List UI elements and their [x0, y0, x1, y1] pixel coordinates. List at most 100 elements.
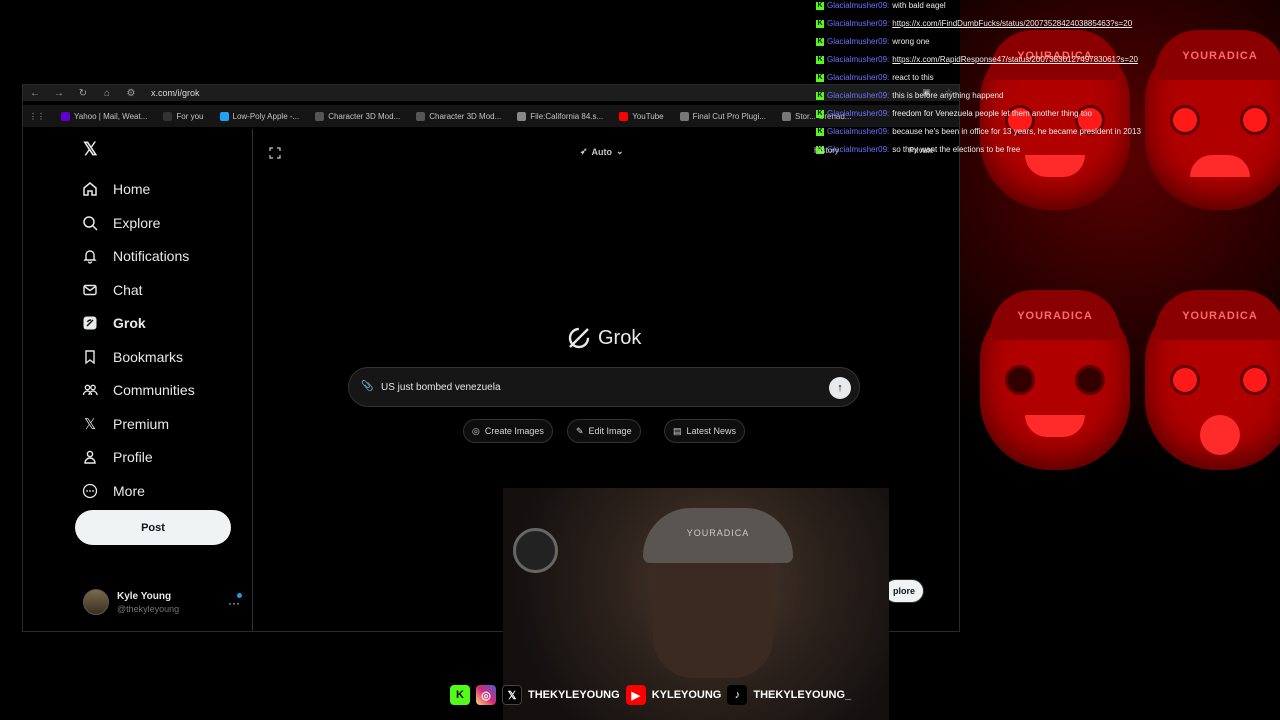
eye	[1170, 105, 1200, 135]
account-name: Kyle Young	[117, 590, 172, 602]
account-more-icon[interactable]: ···	[228, 596, 240, 610]
chat-text: wrong one	[892, 37, 930, 46]
post-button[interactable]: Post	[75, 510, 231, 545]
grok-logo: Grok	[566, 325, 641, 351]
person-icon	[81, 448, 99, 466]
bookmark-item[interactable]: File:California 84.s...	[517, 111, 604, 121]
private-button[interactable]: Private	[909, 146, 934, 155]
bookmark-item[interactable]: Final Cut Pro Plugi...	[679, 111, 766, 121]
sidebar-item-profile[interactable]: Profile	[81, 447, 153, 467]
eye	[1240, 365, 1270, 395]
sidebar-item-label: Communities	[113, 382, 195, 398]
prompt-input[interactable]	[381, 381, 781, 393]
site-settings-icon[interactable]: ⚙	[119, 88, 143, 99]
rocket-icon: ➶	[580, 146, 588, 156]
sidebar-item-communities[interactable]: Communities	[81, 380, 195, 400]
url-field[interactable]: x.com/i/grok	[151, 88, 200, 98]
chat-message: K Glacialmusher09: this is before anything…	[816, 91, 1003, 100]
forward-icon[interactable]: →	[47, 88, 71, 99]
history-button[interactable]: History	[814, 146, 839, 155]
communities-icon	[81, 381, 99, 399]
chat-text: react to this	[892, 73, 934, 82]
chip-label: Create Images	[484, 426, 544, 436]
sidebar-item-notifications[interactable]: Notifications	[81, 246, 189, 266]
notification-dot	[237, 593, 242, 598]
back-icon[interactable]: ←	[23, 88, 47, 99]
x-sidebar: 𝕏 Home Explore Notifications Chat Grok B…	[23, 129, 253, 631]
tiktok-handle: THEKYLEYOUNG_	[753, 689, 852, 701]
chip-label: Edit Image	[588, 426, 632, 436]
mouth	[1025, 415, 1085, 437]
bookmark-item[interactable]: Low-Poly Apple -...	[219, 111, 299, 121]
sidebar-item-more[interactable]: More	[81, 481, 145, 501]
sidebar-item-grok[interactable]: Grok	[81, 313, 146, 333]
kick-badge-icon: K	[816, 1, 824, 10]
more-icon	[81, 482, 99, 500]
reload-icon[interactable]: ↻	[71, 88, 95, 99]
account-switcher[interactable]: Kyle Young @thekyleyoung	[83, 589, 179, 615]
bookmark-item[interactable]: For you	[163, 111, 204, 121]
sidebar-item-label: Grok	[113, 315, 146, 331]
prompt-box[interactable]: 📎 ↑	[348, 367, 860, 407]
sidebar-item-label: Chat	[113, 282, 143, 298]
overlay-face: YOURADICA	[1145, 30, 1280, 210]
image-icon: ◎	[472, 425, 480, 436]
bookmark-favicon	[782, 111, 791, 121]
bookmark-item[interactable]: Yahoo | Mail, Weat...	[61, 111, 147, 121]
chat-message: K Glacialmusher09: with bald eagel	[816, 1, 946, 10]
kick-badge-icon: K	[816, 91, 824, 100]
chat-user: Glacialmusher09:	[827, 91, 890, 100]
x-logo-icon[interactable]: 𝕏	[83, 139, 98, 160]
edit-image-button[interactable]: ✎ Edit Image	[567, 419, 641, 443]
sidebar-item-chat[interactable]: Chat	[81, 280, 143, 300]
sidebar-item-label: Explore	[113, 215, 161, 231]
kick-badge-icon: K	[816, 127, 824, 136]
paperclip-icon[interactable]: 📎	[361, 381, 373, 393]
eye	[1005, 365, 1035, 395]
home-icon[interactable]: ⌂	[95, 88, 119, 99]
explore-button[interactable]: plore	[884, 579, 925, 603]
kick-badge-icon: K	[816, 55, 824, 64]
create-images-button[interactable]: ◎ Create Images	[463, 419, 553, 443]
chat-link[interactable]: https://x.com/iFindDumbFucks/status/2007…	[892, 19, 1132, 28]
news-icon: ▤	[673, 425, 682, 436]
bookmark-label: File:California 84.s...	[530, 111, 604, 121]
hat-logo: YOURADICA	[643, 508, 793, 563]
latest-news-button[interactable]: ▤ Latest News	[664, 419, 746, 443]
eye	[1240, 105, 1270, 135]
sidebar-item-bookmarks[interactable]: Bookmarks	[81, 347, 183, 367]
explore-label: plore	[893, 586, 916, 596]
model-label: Auto	[591, 146, 613, 157]
send-button[interactable]: ↑	[829, 377, 851, 399]
chat-message: K Glacialmusher09: freedom for Venezuela p…	[816, 109, 1092, 118]
apps-icon[interactable]: ⋮⋮	[29, 112, 45, 121]
chat-user: Glacialmusher09:	[827, 109, 890, 118]
tiktok-icon: ♪	[727, 685, 748, 705]
sidebar-item-label: Notifications	[113, 248, 190, 264]
instagram-icon: ◎	[476, 685, 496, 705]
avatar	[83, 589, 109, 615]
chat-text: with bald eagel	[892, 1, 946, 10]
search-icon	[81, 214, 99, 232]
mouth	[1190, 155, 1250, 177]
bookmark-item[interactable]: Character 3D Mod...	[315, 111, 401, 121]
chat-user: Glacialmusher09:	[827, 19, 890, 28]
cap-logo: YOURADICA	[990, 290, 1120, 340]
model-selector[interactable]: ➶ Auto ⌄	[580, 146, 624, 157]
x-handle: THEKYLEYOUNG	[528, 689, 620, 701]
sidebar-item-home[interactable]: Home	[81, 179, 150, 199]
grok-icon	[81, 314, 99, 332]
youtube-handle: KYLEYOUNG	[651, 689, 722, 701]
chat-link[interactable]: https://x.com/RapidResponse47/status/200…	[892, 55, 1138, 64]
bookmark-item[interactable]: Character 3D Mod...	[416, 111, 501, 121]
expand-icon[interactable]	[269, 147, 281, 159]
chat-user: Glacialmusher09:	[827, 73, 890, 82]
bookmark-label: Final Cut Pro Plugi...	[692, 111, 766, 121]
sidebar-item-premium[interactable]: 𝕏 Premium	[81, 414, 169, 434]
kick-badge-icon: K	[816, 37, 824, 46]
bookmark-item[interactable]: YouTube	[619, 111, 664, 121]
sidebar-item-label: Home	[113, 181, 151, 197]
grok-title: Grok	[598, 326, 642, 349]
bookmark-label: Character 3D Mod...	[328, 111, 401, 121]
sidebar-item-explore[interactable]: Explore	[81, 213, 160, 233]
